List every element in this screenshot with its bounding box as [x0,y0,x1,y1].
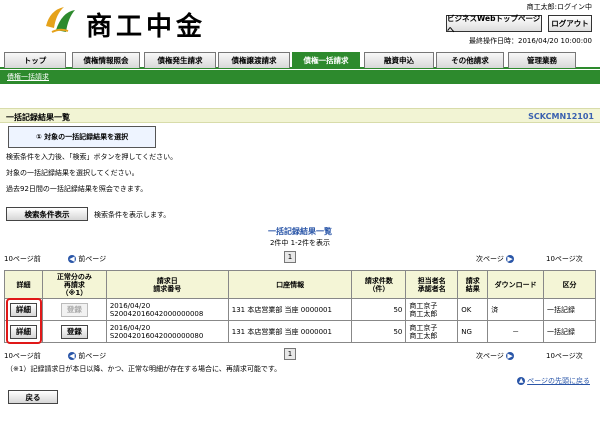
request-count: 50 [351,298,407,321]
request-date: 2016/04/20 [109,301,151,310]
logo-icon [46,7,75,33]
detail-buttons-highlight [6,298,42,344]
pager-bottom: 10ページ前 ◀ 前ページ 1 次ページ ▶ 10ページ次 [0,348,600,362]
person-name: 商工京子 [409,323,438,332]
header-count: 請求件数 （件） [351,270,407,299]
header-rerequest: 正常分のみ 再請求 （※1） [41,270,107,299]
table-row: 詳細 登録 2016/04/20 S20042016042000000080 13… [4,320,596,343]
pager-top: 10ページ前 ◀ 前ページ 1 次ページ ▶ 10ページ次 [0,251,600,265]
header-account: 口座情報 [227,270,353,299]
back-button[interactable]: 戻る [8,390,58,404]
download-status: － [487,320,545,343]
request-count: 50 [351,320,407,343]
step-indicator: ① 対象の一括記録結果を選択 [8,126,156,148]
tab-top[interactable]: トップ [4,52,66,68]
list-title: 一括記録結果一覧 [268,227,332,236]
category: 一括記録 [543,320,596,343]
header-person: 担当者名 承認者名 [405,270,459,299]
header-category: 区分 [543,270,596,299]
tab-loan-application[interactable]: 融資申込 [364,52,434,68]
category: 一括記録 [543,298,596,321]
table-row: 詳細 登録 2016/04/20 S20042016042000000008 13… [4,298,596,321]
person-name: 商工京子 [409,301,438,310]
prev-10-pages-link[interactable]: 10ページ前 [4,254,41,264]
arrow-left-icon: ◀ [68,255,76,263]
page-number-current[interactable]: 1 [284,348,296,360]
subnav-bulk-request-link[interactable]: 債権一括請求 [7,72,49,82]
tab-claim-transfer[interactable]: 債権譲渡請求 [218,52,290,68]
prev-page-link[interactable]: ◀ 前ページ [68,351,106,361]
arrow-left-icon: ◀ [68,352,76,360]
approver-name: 商工太郎 [409,331,438,340]
prev-10-pages-link[interactable]: 10ページ前 [4,351,41,361]
header-detail: 詳細 [4,270,43,299]
business-web-top-button[interactable]: ビジネスWebトップページへ [446,14,542,34]
tab-admin[interactable]: 管理業務 [508,52,576,68]
request-result: NG [457,320,489,343]
logout-button[interactable]: ログアウト [548,15,592,32]
request-result: OK [457,298,489,321]
subnav: 債権一括請求 [0,70,600,84]
search-conditions-hint: 検索条件を表示します。 [94,211,171,219]
header-download: ダウンロード [487,270,545,299]
page-title: 一括記録結果一覧 [6,113,70,122]
next-10-pages-link[interactable]: 10ページ次 [546,254,583,264]
arrow-right-icon: ▶ [506,352,515,360]
request-date: 2016/04/20 [109,323,151,332]
show-search-conditions-button[interactable]: 検索条件表示 [6,207,88,221]
instruction-2: 対象の一括記録結果を選択してください。 [6,169,139,177]
tab-bulk-request[interactable]: 債権一括請求 [292,52,360,68]
prev-page-link[interactable]: ◀ 前ページ [68,254,106,264]
page-title-bar: 一括記録結果一覧 SCKCMN12101 [0,108,600,123]
tab-other-requests[interactable]: その他請求 [436,52,504,68]
instruction-1: 検索条件を入力後、「検索」ボタンを押してください。 [6,153,178,161]
tab-claim-inquiry[interactable]: 債権情報照会 [72,52,140,68]
next-page-link[interactable]: 次ページ ▶ [476,351,515,361]
download-status: 済 [487,298,545,321]
request-number: S20042016042000000080 [109,331,204,340]
register-button-disabled: 登録 [60,302,88,317]
user-info: 商工太郎:ログイン中 [526,3,592,11]
logo-text: 商工中金 [86,12,207,42]
next-page-link[interactable]: 次ページ ▶ [476,254,515,264]
tab-claim-issue[interactable]: 債権発生請求 [144,52,216,68]
list-count-info: 2件中 1-2件を表示 [269,239,331,247]
back-to-top-link[interactable]: ▲ ページの先頭に戻る [517,376,590,386]
page-number-current[interactable]: 1 [284,251,296,263]
main-tabs: トップ 債権情報照会 債権発生請求 債権譲渡請求 債権一括請求 融資申込 その他… [0,52,600,69]
approver-name: 商工太郎 [409,309,438,318]
header-request: 請求日 請求番号 [105,270,229,299]
register-button[interactable]: 登録 [60,324,88,339]
results-table: 詳細 正常分のみ 再請求 （※1） 請求日 請求番号 口座情報 請求件数 （件）… [4,270,596,343]
header: 商工中金 商工太郎:ログイン中 ビジネスWebトップページへ ログアウト 最終操… [0,0,600,52]
table-header-row: 詳細 正常分のみ 再請求 （※1） 請求日 請求番号 口座情報 請求件数 （件）… [4,270,596,299]
arrow-up-icon: ▲ [517,377,526,385]
screen-id: SCKCMN12101 [528,112,594,121]
arrow-right-icon: ▶ [506,255,515,263]
header-result: 請求 結果 [457,270,489,299]
request-number: S20042016042000000008 [109,309,204,318]
instruction-3: 過去92日間の一括記録結果を照会できます。 [6,185,148,193]
last-operation-time: 最終操作日時：2016/04/20 10:00:00 [468,37,592,45]
next-10-pages-link[interactable]: 10ページ次 [546,351,583,361]
account-info: 131 本店営業部 当座 0000001 [227,298,353,321]
footnote: （※1）記録請求日が本日以降、かつ、正常な明細が存在する場合に、再請求可能です。 [6,365,282,373]
account-info: 131 本店営業部 当座 0000001 [227,320,353,343]
